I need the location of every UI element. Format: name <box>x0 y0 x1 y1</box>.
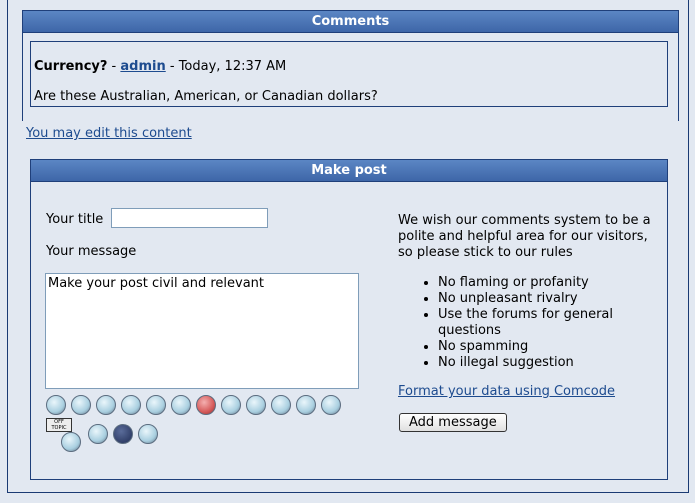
rules-intro: We wish our comments system to be a poli… <box>398 213 651 260</box>
cry-emoticon-icon[interactable] <box>71 395 91 415</box>
message-label: Your message <box>46 244 137 259</box>
grin-emoticon-icon[interactable] <box>246 395 266 415</box>
rule-item: No unpleasant rivalry <box>438 291 678 307</box>
author-link[interactable]: admin <box>120 59 165 74</box>
separator: - <box>107 59 121 74</box>
post-body: Are these Australian, American, or Canad… <box>34 89 378 104</box>
dark-grin-emoticon-icon[interactable] <box>113 424 133 444</box>
add-message-button[interactable]: Add message <box>399 413 507 432</box>
plain-emoticon-icon[interactable] <box>88 424 108 444</box>
edit-content-link[interactable]: You may edit this content <box>26 126 192 141</box>
message-textarea[interactable]: Make your post civil and relevant <box>45 273 359 389</box>
comments-header: Comments <box>23 11 678 33</box>
smile-emoticon-icon[interactable] <box>146 395 166 415</box>
love-emoticon-icon[interactable] <box>196 395 216 415</box>
thumbs-emoticon-icon[interactable] <box>321 395 341 415</box>
title-input[interactable] <box>111 208 268 228</box>
tongue-emoticon-icon[interactable] <box>46 395 66 415</box>
emoticon-row-2: OFF TOPIC <box>46 418 366 452</box>
wink-emoticon-icon[interactable] <box>96 395 116 415</box>
title-label: Your title <box>46 212 104 227</box>
sad-emoticon-icon[interactable] <box>271 395 291 415</box>
shocked-emoticon-icon[interactable] <box>138 424 158 444</box>
post-title: Currency? <box>34 59 108 74</box>
cool-emoticon-icon[interactable] <box>221 395 241 415</box>
rule-item: No illegal suggestion <box>438 355 678 371</box>
blush-emoticon-icon[interactable] <box>121 395 141 415</box>
post-time: - Today, 12:37 AM <box>165 59 287 74</box>
offtopic-emoticon-icon[interactable]: OFF TOPIC <box>46 418 82 452</box>
emoticon-row-1 <box>46 395 366 415</box>
neutral-emoticon-icon[interactable] <box>171 395 191 415</box>
rule-item: No spamming <box>438 339 678 355</box>
rules-list: No flaming or profanity No unpleasant ri… <box>398 275 678 371</box>
rule-item: Use the forums for general questions <box>438 307 678 339</box>
rule-item: No flaming or profanity <box>438 275 678 291</box>
comment-post: Currency? - admin - Today, 12:37 AM Are … <box>30 41 668 107</box>
comcode-link[interactable]: Format your data using Comcode <box>398 384 615 399</box>
make-post-header: Make post <box>31 160 667 182</box>
glad-emoticon-icon[interactable] <box>296 395 316 415</box>
post-heading: Currency? - admin - Today, 12:37 AM <box>34 59 286 74</box>
